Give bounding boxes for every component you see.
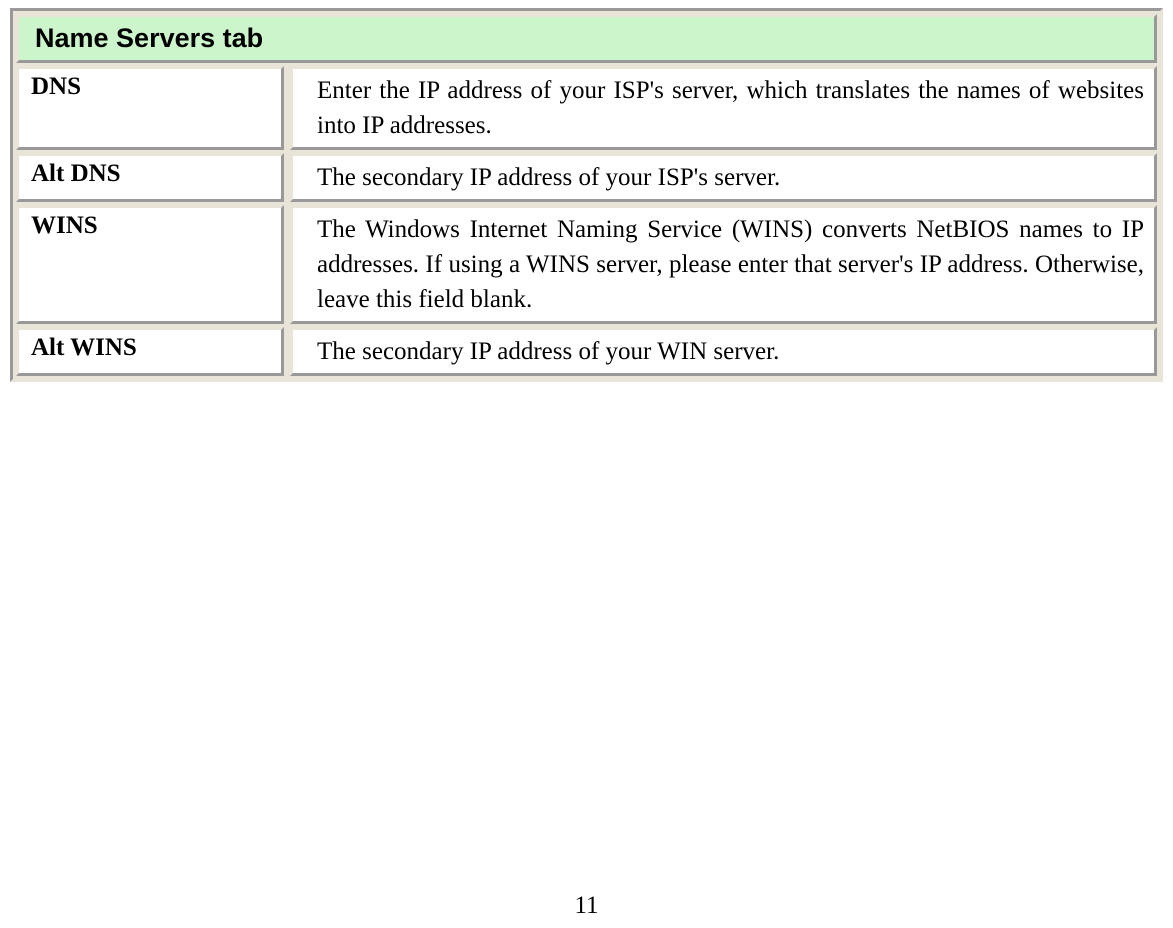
desc-dns: Enter the IP address of your ISP's serve… <box>317 73 1144 143</box>
desc-cell-dns: Enter the IP address of your ISP's serve… <box>290 66 1157 150</box>
desc-cell-wins: The Windows Internet Naming Service (WIN… <box>290 205 1157 324</box>
label-cell-wins: WINS <box>16 205 284 324</box>
label-cell-alt-dns: Alt DNS <box>16 153 284 202</box>
table-row: WINS The Windows Internet Naming Service… <box>16 205 1157 324</box>
label-wins: WINS <box>31 212 98 239</box>
table-header-title: Name Servers tab <box>35 23 263 53</box>
name-servers-table: Name Servers tab DNS Enter the IP addres… <box>10 8 1163 382</box>
label-alt-dns: Alt DNS <box>31 160 121 187</box>
label-cell-dns: DNS <box>16 66 284 150</box>
desc-cell-alt-wins: The secondary IP address of your WIN ser… <box>290 327 1157 376</box>
desc-wins: The Windows Internet Naming Service (WIN… <box>317 212 1144 317</box>
label-dns: DNS <box>31 73 81 100</box>
table-row: Alt WINS The secondary IP address of you… <box>16 327 1157 376</box>
label-cell-alt-wins: Alt WINS <box>16 327 284 376</box>
label-alt-wins: Alt WINS <box>31 334 137 361</box>
desc-alt-dns: The secondary IP address of your ISP's s… <box>317 160 1144 195</box>
desc-alt-wins: The secondary IP address of your WIN ser… <box>317 334 1144 369</box>
page-number: 11 <box>0 892 1173 920</box>
desc-cell-alt-dns: The secondary IP address of your ISP's s… <box>290 153 1157 202</box>
table-row: DNS Enter the IP address of your ISP's s… <box>16 66 1157 150</box>
table-row: Alt DNS The secondary IP address of your… <box>16 153 1157 202</box>
table-header: Name Servers tab <box>16 14 1157 63</box>
